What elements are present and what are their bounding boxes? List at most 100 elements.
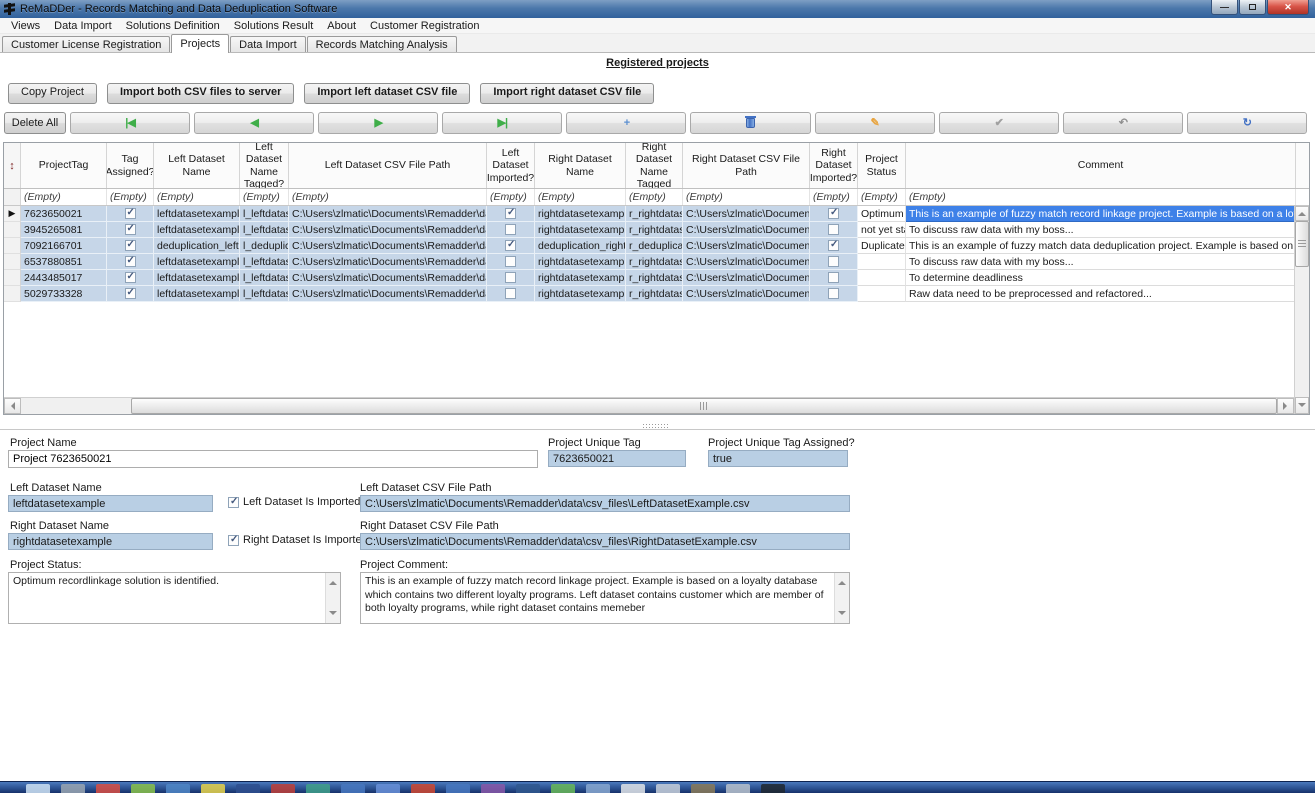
cell-right-path[interactable]: C:\Users\zlmatic\Documents: [683, 222, 810, 238]
column-header-project-status[interactable]: Project Status: [858, 143, 906, 188]
column-header-left-dataset-imported[interactable]: Left Dataset Imported?: [487, 143, 535, 188]
close-button[interactable]: ✕: [1267, 0, 1309, 15]
checkbox-left-imported[interactable]: [505, 224, 516, 235]
vertical-scroll-thumb[interactable]: [1295, 221, 1309, 267]
cell-status[interactable]: [858, 270, 906, 286]
column-header-right-dataset-name-tagged[interactable]: Right Dataset Name Tagged: [626, 143, 683, 188]
checkbox-right-imported[interactable]: [828, 272, 839, 283]
cell-left-name[interactable]: deduplication_left: [154, 238, 240, 254]
import-right-dataset-csv-file-button[interactable]: Import right dataset CSV file: [480, 83, 654, 104]
cell-tag-assigned[interactable]: [107, 254, 154, 270]
row-header-cell[interactable]: [4, 286, 21, 302]
table-row[interactable]: 7092166701deduplication_leftl_deduplicaC…: [4, 238, 1309, 254]
textarea-scrollbar[interactable]: [325, 573, 340, 623]
row-header-cell[interactable]: ▶: [4, 206, 21, 222]
tab-projects[interactable]: Projects: [171, 34, 229, 53]
filter-cell-left-dataset-name[interactable]: (Empty): [154, 189, 240, 205]
menu-item-solutions-result[interactable]: Solutions Result: [227, 19, 321, 33]
filter-cell-right-dataset-name[interactable]: (Empty): [535, 189, 626, 205]
cell-left-path[interactable]: C:\Users\zlmatic\Documents\Remadder\data: [289, 222, 487, 238]
scroll-track[interactable]: [21, 398, 131, 414]
cell-comment[interactable]: Raw data need to be preprocessed and ref…: [906, 286, 1296, 302]
table-row[interactable]: 3945265081leftdatasetexamplel_leftdatase…: [4, 222, 1309, 238]
copy-project-button[interactable]: Copy Project: [8, 83, 97, 104]
project-unique-tag-assigned-field[interactable]: true: [708, 450, 848, 467]
checkbox-left-imported[interactable]: [505, 208, 516, 219]
project-name-input[interactable]: [8, 450, 538, 468]
cell-tag-assigned[interactable]: [107, 238, 154, 254]
cell-project-tag[interactable]: 6537880851: [21, 254, 107, 270]
cell-comment[interactable]: This is an example of fuzzy match record…: [906, 206, 1296, 222]
checkbox-right-imported[interactable]: [828, 240, 839, 251]
filter-cell-projecttag[interactable]: (Empty): [21, 189, 107, 205]
filter-cell-left-dataset-imported[interactable]: (Empty): [487, 189, 535, 205]
scroll-left-button[interactable]: [4, 398, 21, 414]
cell-right-path[interactable]: C:\Users\zlmatic\Documents: [683, 270, 810, 286]
menu-item-solutions-definition[interactable]: Solutions Definition: [119, 19, 227, 33]
cell-left-imported[interactable]: [487, 238, 535, 254]
taskbar-icon[interactable]: [306, 784, 330, 793]
taskbar-icon[interactable]: [516, 784, 540, 793]
cell-right-imported[interactable]: [810, 270, 858, 286]
taskbar-icon[interactable]: [271, 784, 295, 793]
cell-left-imported[interactable]: [487, 222, 535, 238]
checkbox-left-imported[interactable]: [505, 288, 516, 299]
filter-cell-left-dataset-csv-file-path[interactable]: (Empty): [289, 189, 487, 205]
checkbox-left-imported[interactable]: [505, 256, 516, 267]
table-row[interactable]: 2443485017leftdatasetexamplel_leftdatase…: [4, 270, 1309, 286]
cell-project-tag[interactable]: 3945265081: [21, 222, 107, 238]
cell-right-name[interactable]: rightdatasetexample: [535, 286, 626, 302]
menu-item-views[interactable]: Views: [4, 19, 47, 33]
cell-right-imported[interactable]: [810, 222, 858, 238]
taskbar-icon[interactable]: [761, 784, 785, 793]
right-dataset-name-field[interactable]: rightdatasetexample: [8, 533, 213, 550]
cell-left-name[interactable]: leftdatasetexample: [154, 254, 240, 270]
cell-right-name[interactable]: rightdatasetexample: [535, 254, 626, 270]
grid-horizontal-scrollbar[interactable]: [4, 397, 1294, 414]
taskbar-icon[interactable]: [586, 784, 610, 793]
undo-button[interactable]: ↶: [1063, 112, 1183, 134]
cell-right-path[interactable]: C:\Users\zlmatic\Documents: [683, 206, 810, 222]
row-header-cell[interactable]: [4, 270, 21, 286]
column-header-right-dataset-name[interactable]: Right Dataset Name: [535, 143, 626, 188]
cell-tag-assigned[interactable]: [107, 222, 154, 238]
column-header-right-dataset-imported[interactable]: Right Dataset Imported?: [810, 143, 858, 188]
checkbox-right-imported[interactable]: [828, 288, 839, 299]
taskbar-icon[interactable]: [201, 784, 225, 793]
checkbox-right-imported[interactable]: [828, 208, 839, 219]
filter-cell-comment[interactable]: (Empty): [906, 189, 1296, 205]
row-header-cell[interactable]: [4, 222, 21, 238]
column-header-left-dataset-name[interactable]: Left Dataset Name: [154, 143, 240, 188]
cell-right-name[interactable]: rightdatasetexample: [535, 222, 626, 238]
menu-item-data-import[interactable]: Data Import: [47, 19, 118, 33]
cell-project-tag[interactable]: 5029733328: [21, 286, 107, 302]
cell-project-tag[interactable]: 7623650021: [21, 206, 107, 222]
menu-item-about[interactable]: About: [320, 19, 363, 33]
refresh-button[interactable]: ↻: [1187, 112, 1307, 134]
taskbar-icon[interactable]: [236, 784, 260, 793]
cell-right-tagged[interactable]: r_rightdataset: [626, 254, 683, 270]
cell-project-tag[interactable]: 2443485017: [21, 270, 107, 286]
left-dataset-name-field[interactable]: leftdatasetexample: [8, 495, 213, 512]
checkbox-tag-assigned[interactable]: [125, 288, 136, 299]
taskbar-icon[interactable]: [61, 784, 85, 793]
cell-left-path[interactable]: C:\Users\zlmatic\Documents\Remadder\data: [289, 270, 487, 286]
cell-right-name[interactable]: rightdatasetexample: [535, 270, 626, 286]
sort-corner-cell[interactable]: ↕: [4, 143, 21, 188]
checkbox-tag-assigned[interactable]: [125, 272, 136, 283]
textarea-scrollbar[interactable]: [834, 573, 849, 623]
taskbar-icon[interactable]: [691, 784, 715, 793]
filter-cell-right-dataset-name-tagged[interactable]: (Empty): [626, 189, 683, 205]
cell-left-name[interactable]: leftdatasetexample: [154, 270, 240, 286]
add-new-button[interactable]: +: [566, 112, 686, 134]
cell-project-tag[interactable]: 7092166701: [21, 238, 107, 254]
tab-data-import[interactable]: Data Import: [230, 36, 305, 53]
checkbox-tag-assigned[interactable]: [125, 256, 136, 267]
cell-left-imported[interactable]: [487, 270, 535, 286]
filter-cell-right-dataset-imported[interactable]: (Empty): [810, 189, 858, 205]
cell-right-tagged[interactable]: r_rightdataset: [626, 286, 683, 302]
project-comment-textarea[interactable]: This is an example of fuzzy match record…: [360, 572, 850, 624]
taskbar-icon[interactable]: [621, 784, 645, 793]
tab-customer-license-registration[interactable]: Customer License Registration: [2, 36, 170, 53]
cell-left-path[interactable]: C:\Users\zlmatic\Documents\Remadder\data: [289, 238, 487, 254]
